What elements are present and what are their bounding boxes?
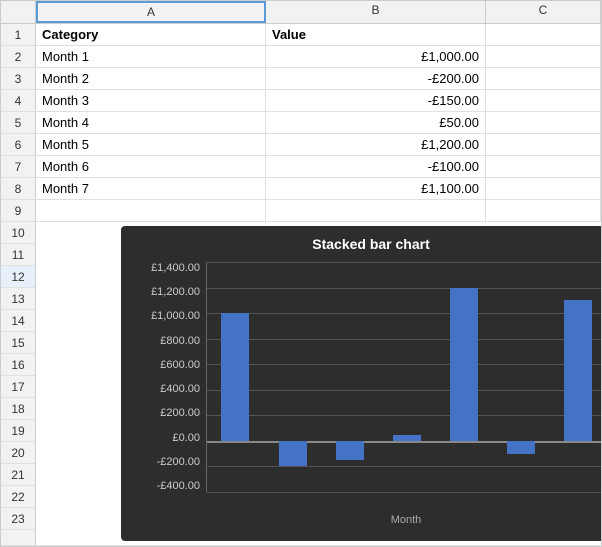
table-row[interactable]: 9 xyxy=(1,200,601,222)
row-number: 20 xyxy=(1,442,35,464)
cell-a[interactable]: Month 7 xyxy=(36,178,266,199)
y-axis-label: £200.00 xyxy=(136,407,200,419)
cell-b[interactable]: £1,000.00 xyxy=(266,46,486,67)
cell-b[interactable]: -£150.00 xyxy=(266,90,486,111)
cell-c[interactable] xyxy=(486,200,601,221)
row-number: 18 xyxy=(1,398,35,420)
row-number: 4 xyxy=(1,90,36,111)
y-axis-label: £1,000.00 xyxy=(136,310,200,322)
cell-c[interactable] xyxy=(486,112,601,133)
table-row[interactable]: 1 Category Value xyxy=(1,24,601,46)
cell-b[interactable]: Value xyxy=(266,24,486,45)
cell-a[interactable]: Month 6 xyxy=(36,156,266,177)
x-axis-label: Month xyxy=(206,514,602,526)
row-number: 2 xyxy=(1,46,36,67)
cell-c[interactable] xyxy=(486,90,601,111)
corner-header xyxy=(1,1,36,23)
cell-a[interactable]: Category xyxy=(36,24,266,45)
row-number: 7 xyxy=(1,156,36,177)
y-axis-label: £0.00 xyxy=(136,432,200,444)
row-number: 12 xyxy=(1,266,35,288)
table-row[interactable]: 2 Month 1 £1,000.00 xyxy=(1,46,601,68)
chart-row-numbers: 1011121314151617181920212223 xyxy=(1,222,36,545)
row-number: 14 xyxy=(1,310,35,332)
cell-a[interactable]: Month 1 xyxy=(36,46,266,67)
bar xyxy=(507,441,535,454)
cell-c[interactable] xyxy=(486,46,601,67)
cell-a[interactable] xyxy=(36,200,266,221)
chart-title: Stacked bar chart xyxy=(136,236,602,252)
row-number: 19 xyxy=(1,420,35,442)
cell-a[interactable]: Month 4 xyxy=(36,112,266,133)
chart-plot-area: £1,400.00 £1,200.00 £1,000.00 £800.00 £600.0… xyxy=(136,262,602,492)
col-header-b[interactable]: B xyxy=(266,1,486,23)
chart-content-area: Stacked bar chart £1,400.00 £1,200.00 £1,00… xyxy=(36,222,602,545)
row-number: 21 xyxy=(1,464,35,486)
cell-a[interactable]: Month 5 xyxy=(36,134,266,155)
cell-c[interactable] xyxy=(486,68,601,89)
row-number: 5 xyxy=(1,112,36,133)
table-row[interactable]: 7 Month 6 -£100.00 xyxy=(1,156,601,178)
chart-section: 1011121314151617181920212223 Stacked bar … xyxy=(1,222,601,546)
cell-c[interactable] xyxy=(486,24,601,45)
cell-b[interactable] xyxy=(266,200,486,221)
y-axis-label: £1,400.00 xyxy=(136,262,200,274)
table-row[interactable]: 4 Month 3 -£150.00 xyxy=(1,90,601,112)
row-number: 9 xyxy=(1,200,36,221)
col-header-c[interactable]: C xyxy=(486,1,601,23)
bar xyxy=(221,313,249,441)
row-number: 15 xyxy=(1,332,35,354)
y-axis-label: £1,200.00 xyxy=(136,286,200,298)
bar xyxy=(279,441,307,467)
y-axis-label: £400.00 xyxy=(136,383,200,395)
y-axis-label: £800.00 xyxy=(136,335,200,347)
bar xyxy=(450,288,478,441)
cell-b[interactable]: -£100.00 xyxy=(266,156,486,177)
bar xyxy=(564,300,592,441)
bars-container: Month 1Month 2Month 3Month 4Month 5Month… xyxy=(207,262,602,492)
cell-b[interactable]: -£200.00 xyxy=(266,68,486,89)
row-number: 1 xyxy=(1,24,36,45)
y-axis-label: -£200.00 xyxy=(136,456,200,468)
bar-chart: Stacked bar chart £1,400.00 £1,200.00 £1,00… xyxy=(121,226,602,541)
col-header-a[interactable]: A xyxy=(36,1,266,23)
column-headers: A B C xyxy=(1,1,601,24)
row-number: 10 xyxy=(1,222,35,244)
table-row[interactable]: 8 Month 7 £1,100.00 xyxy=(1,178,601,200)
row-number: 3 xyxy=(1,68,36,89)
chart-section-wrapper: 1011121314151617181920212223 Stacked bar … xyxy=(1,222,601,546)
cell-c[interactable] xyxy=(486,134,601,155)
row-number: 22 xyxy=(1,486,35,508)
table-row[interactable]: 3 Month 2 -£200.00 xyxy=(1,68,601,90)
y-axis-label: £600.00 xyxy=(136,359,200,371)
cell-c[interactable] xyxy=(486,178,601,199)
y-axis: £1,400.00 £1,200.00 £1,000.00 £800.00 £600.0… xyxy=(136,262,206,492)
row-number: 6 xyxy=(1,134,36,155)
spreadsheet: A B C 1 Category Value 2 Month 1 £1,000.… xyxy=(0,0,602,547)
row-number: 8 xyxy=(1,178,36,199)
row-number: 16 xyxy=(1,354,35,376)
cell-a[interactable]: Month 2 xyxy=(36,68,266,89)
cell-b[interactable]: £1,200.00 xyxy=(266,134,486,155)
cell-b[interactable]: £50.00 xyxy=(266,112,486,133)
y-axis-label: -£400.00 xyxy=(136,480,200,492)
cell-b[interactable]: £1,100.00 xyxy=(266,178,486,199)
table-row[interactable]: 6 Month 5 £1,200.00 xyxy=(1,134,601,156)
data-rows: 1 Category Value 2 Month 1 £1,000.00 3 M… xyxy=(1,24,601,222)
bar xyxy=(393,435,421,441)
cell-a[interactable]: Month 3 xyxy=(36,90,266,111)
row-number: 17 xyxy=(1,376,35,398)
row-number: 11 xyxy=(1,244,35,266)
bar xyxy=(336,441,364,460)
row-number: 23 xyxy=(1,508,35,530)
chart-bars-area: Month 1Month 2Month 3Month 4Month 5Month… xyxy=(206,262,602,492)
row-number: 13 xyxy=(1,288,35,310)
h-grid-line xyxy=(207,492,602,493)
table-row[interactable]: 5 Month 4 £50.00 xyxy=(1,112,601,134)
cell-c[interactable] xyxy=(486,156,601,177)
